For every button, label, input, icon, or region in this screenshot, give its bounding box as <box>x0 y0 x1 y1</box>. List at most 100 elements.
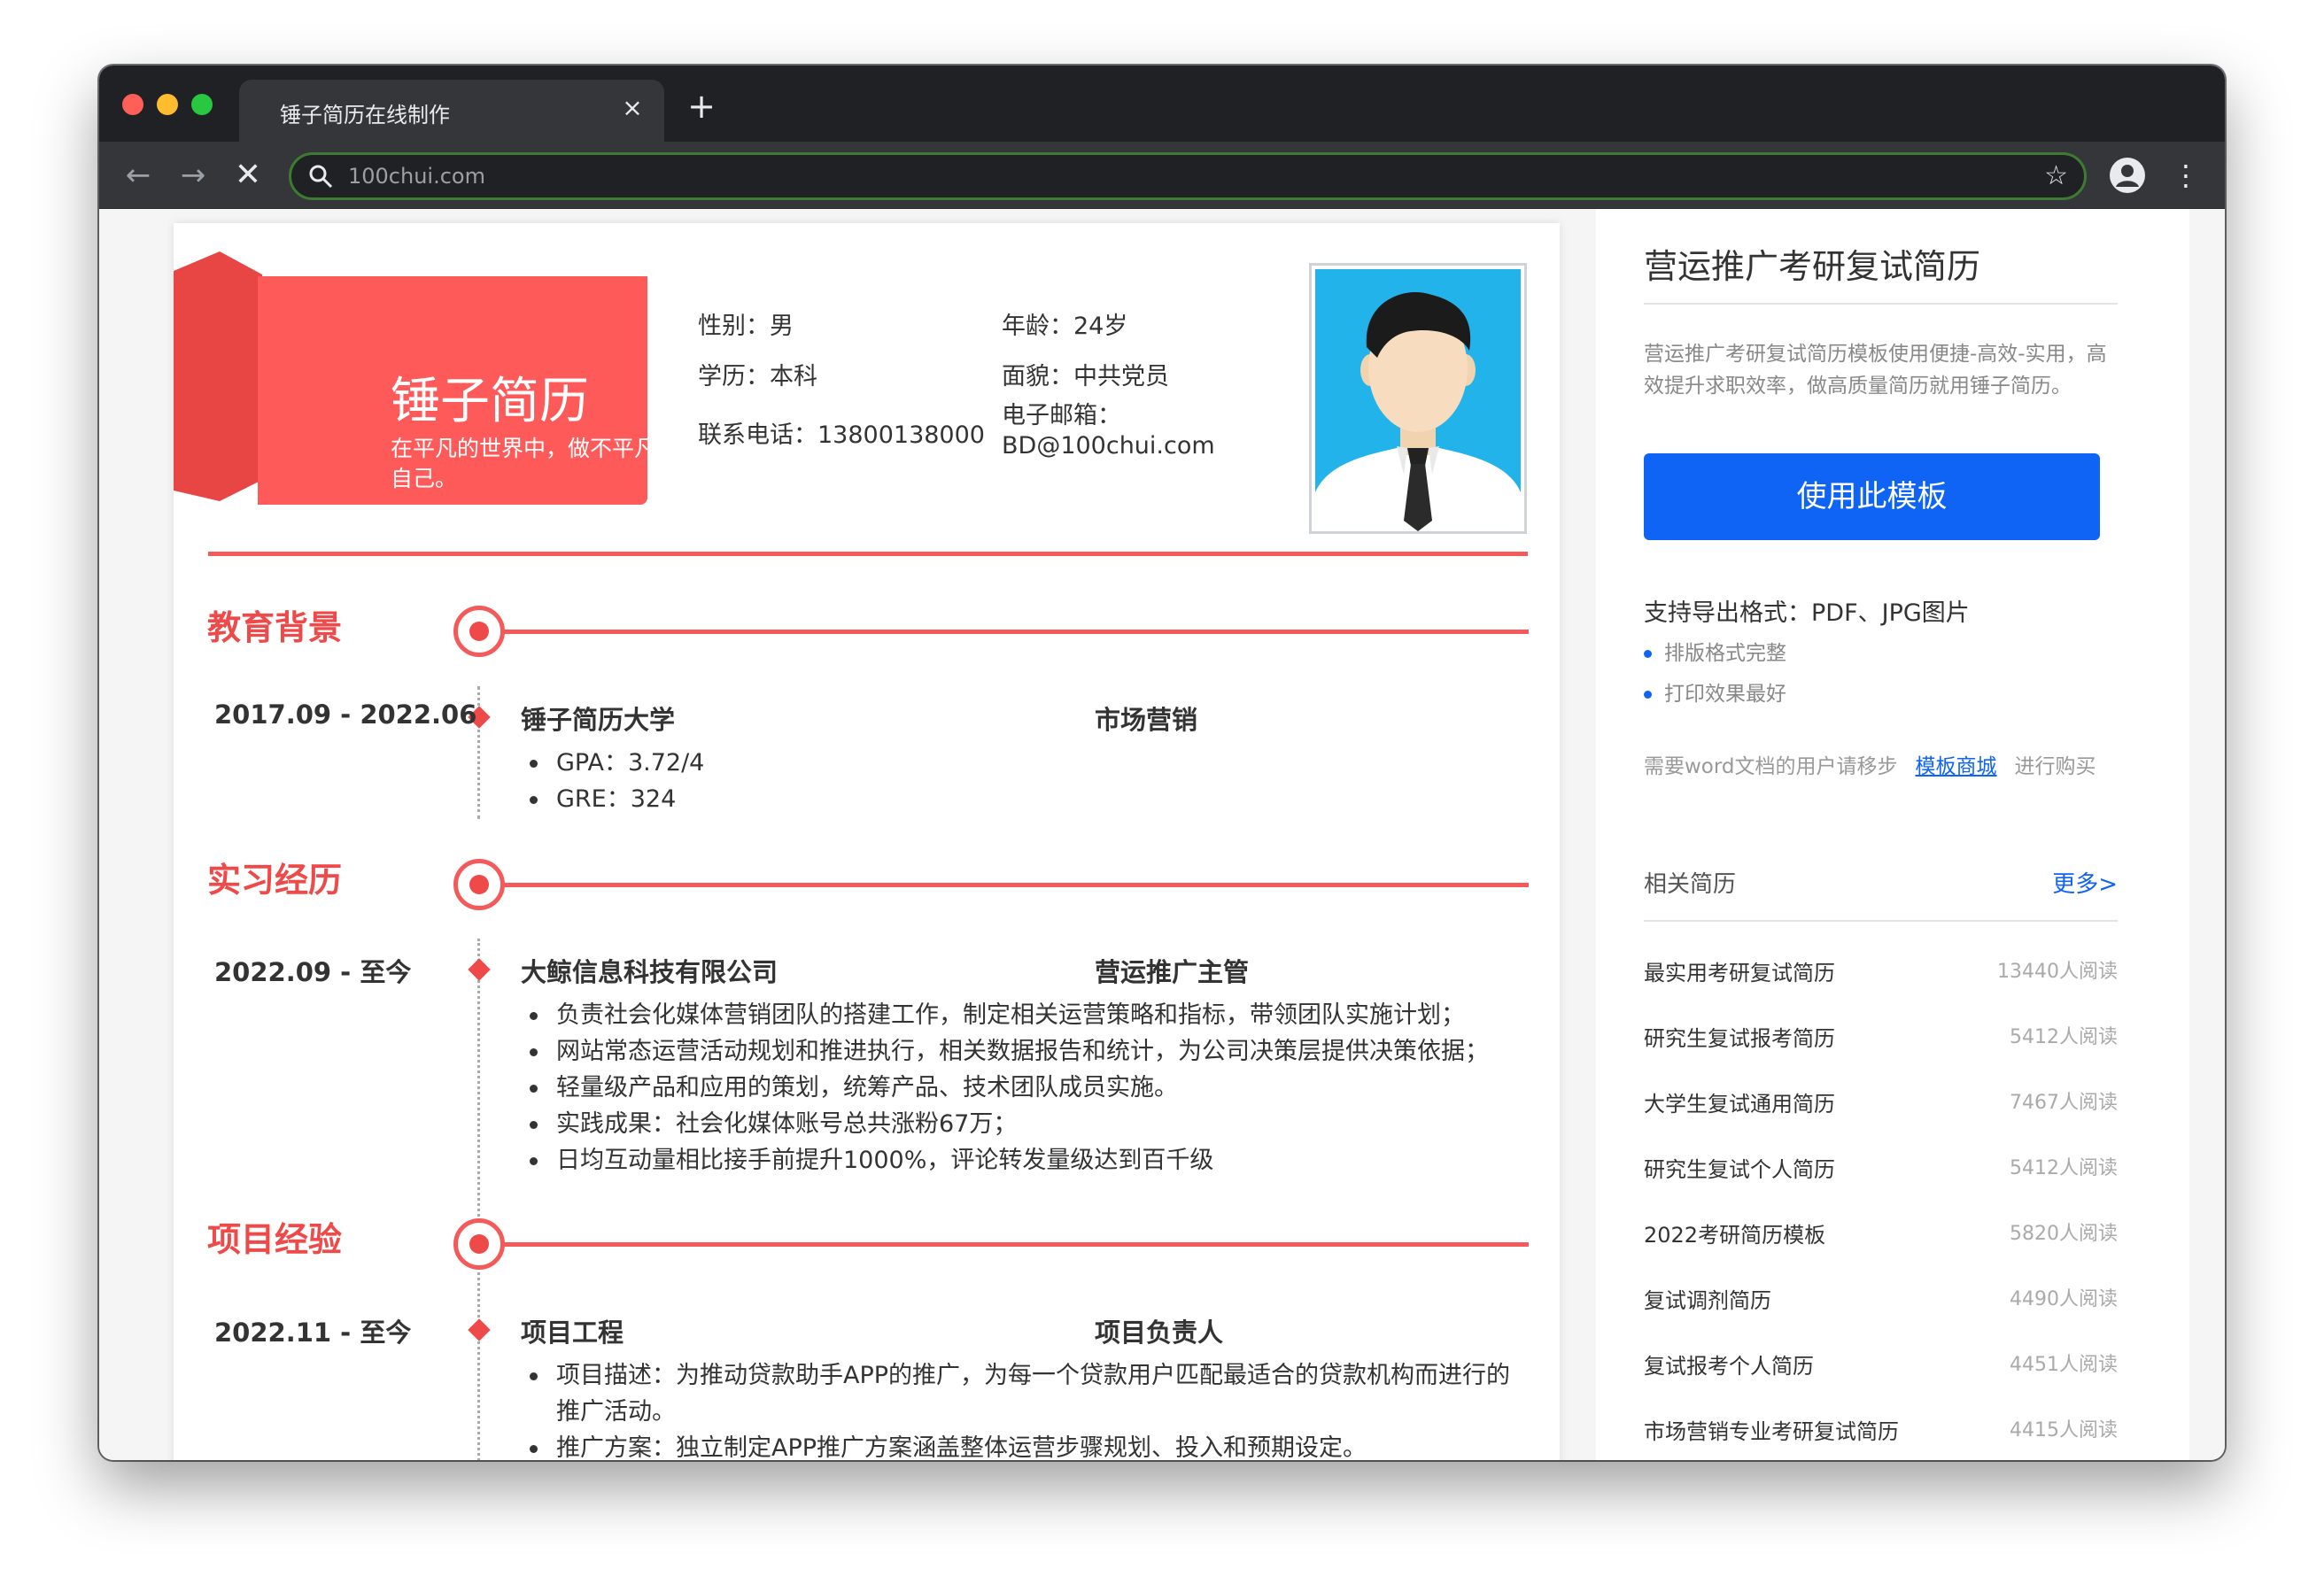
star-icon[interactable]: ☆ <box>2044 160 2068 192</box>
header-divider <box>208 552 1528 556</box>
list-item: GRE：324 <box>521 781 1522 817</box>
related-item[interactable]: 复试调剂简历 4490人阅读 <box>1644 1283 2118 1318</box>
related-item[interactable]: 研究生复试报考简历 5412人阅读 <box>1644 1021 2118 1056</box>
bullet-dot-icon <box>1644 691 1652 699</box>
feature-label: 打印效果最好 <box>1664 683 1786 706</box>
word-note: 需要word文档的用户请移步 模板商城 进行购买 <box>1644 749 2096 779</box>
entry-role: 市场营销 <box>1095 705 1198 735</box>
entry-bullets: 项目描述：为推动贷款助手APP的推广，为每一个贷款用户匹配最适合的贷款机构而进行… <box>521 1357 1522 1460</box>
feature-label: 排版格式完整 <box>1664 642 1786 665</box>
address-bar[interactable]: 100chui.com ☆ <box>289 152 2087 200</box>
gender: 性别：男 <box>698 313 794 340</box>
tab-title: 锤子简历在线制作 <box>280 103 450 128</box>
related-item[interactable]: 大学生复试通用简历 7467人阅读 <box>1644 1086 2118 1122</box>
related-views: 4451人阅读 <box>2010 1354 2118 1376</box>
email-value: BD@100chui.com <box>1002 432 1215 460</box>
stop-icon[interactable]: ✕ <box>230 158 266 193</box>
tab-strip: 锤子简历在线制作 × + <box>99 66 2225 142</box>
section-divider <box>501 883 1529 887</box>
list-item: 项目描述：为推动贷款助手APP的推广，为每一个贷款用户匹配最适合的贷款机构而进行… <box>521 1357 1522 1430</box>
phone: 联系电话：13800138000 <box>698 421 985 449</box>
browser-toolbar: ← → ✕ 100chui.com ☆ ⋮ <box>99 142 2225 209</box>
entry-role: 项目负责人 <box>1095 1318 1224 1348</box>
related-name[interactable]: 研究生复试个人简历 <box>1644 1152 1835 1183</box>
related-item[interactable]: 2022考研简历模板 5820人阅读 <box>1644 1217 2118 1253</box>
related-item[interactable]: 研究生复试个人简历 5412人阅读 <box>1644 1152 2118 1187</box>
related-name[interactable]: 复试调剂简历 <box>1644 1283 1771 1314</box>
entry-org: 大鲸信息科技有限公司 <box>521 957 779 987</box>
more-link[interactable]: 更多> <box>2052 866 2118 899</box>
brand-title: 锤子简历 <box>391 373 589 430</box>
template-store-link[interactable]: 模板商城 <box>1916 755 1997 778</box>
brand-ribbon: 锤子简历 在平凡的世界中，做不平凡的自己。 <box>258 276 678 505</box>
entry-date: 2022.11 - 至今 <box>214 1318 412 1348</box>
related-views: 5412人阅读 <box>2010 1157 2118 1179</box>
list-item: 日均互动量相比接手前提升1000%，评论转发量级达到百千级 <box>521 1142 1522 1179</box>
list-item: GPA：3.72/4 <box>521 745 1522 781</box>
word-note-suffix: 进行购买 <box>2014 755 2096 778</box>
entry-marker <box>468 1318 491 1341</box>
politics: 面貌：中共党员 <box>1002 363 1169 390</box>
email-label: 电子邮箱： <box>1002 402 1121 429</box>
section-divider <box>501 1242 1529 1247</box>
related-item[interactable]: 复试报考个人简历 4451人阅读 <box>1644 1349 2118 1384</box>
related-item[interactable]: 最实用考研复试简历 13440人阅读 <box>1644 955 2118 991</box>
section-divider <box>501 630 1529 634</box>
tab-active[interactable]: 锤子简历在线制作 × <box>239 80 664 142</box>
forward-arrow-icon[interactable]: → <box>175 158 211 193</box>
profile-icon[interactable] <box>2108 156 2147 195</box>
close-icon[interactable]: × <box>616 92 648 124</box>
entry-bullets: 负责社会化媒体营销团队的搭建工作，制定相关运营策略和指标，带领团队实施计划； 网… <box>521 997 1522 1179</box>
export-formats: 支持导出格式：PDF、JPG图片 <box>1644 599 1970 627</box>
section-node <box>453 859 505 910</box>
maximize-window-button[interactable] <box>191 94 213 115</box>
related-name[interactable]: 复试报考个人简历 <box>1644 1349 1814 1379</box>
resume-preview: 锤子简历 在平凡的世界中，做不平凡的自己。 性别：男 年龄：24岁 学历：本科 … <box>174 223 1560 1460</box>
word-note-prefix: 需要word文档的用户请移步 <box>1644 755 1898 778</box>
entry-marker <box>468 958 491 981</box>
minimize-window-button[interactable] <box>157 94 178 115</box>
avatar <box>1309 263 1527 534</box>
related-views: 4415人阅读 <box>2010 1419 2118 1441</box>
related-title: 相关简历 <box>1644 871 1737 898</box>
sidebar-divider <box>1644 303 2118 305</box>
section-node <box>453 606 505 657</box>
feature-item: 打印效果最好 <box>1644 676 1786 707</box>
related-item[interactable]: 市场营销专业考研复试简历 4415人阅读 <box>1644 1414 2118 1449</box>
brand-slogan: 在平凡的世界中，做不平凡的自己。 <box>391 436 679 491</box>
menu-icon[interactable]: ⋮ <box>2172 154 2200 197</box>
entry-date: 2022.09 - 至今 <box>214 957 412 987</box>
new-tab-button[interactable]: + <box>684 89 719 124</box>
related-name[interactable]: 2022考研简历模板 <box>1644 1217 1825 1248</box>
feature-item: 排版格式完整 <box>1644 636 1786 666</box>
section-title-internship: 实习经历 <box>207 861 343 900</box>
section-node <box>453 1218 505 1270</box>
bullet-dot-icon <box>1644 650 1652 658</box>
use-template-button[interactable]: 使用此模板 <box>1644 453 2100 540</box>
related-views: 5820人阅读 <box>2010 1223 2118 1245</box>
related-name[interactable]: 研究生复试报考简历 <box>1644 1021 1835 1052</box>
back-arrow-icon[interactable]: ← <box>120 158 156 193</box>
list-item: 实践成果：社会化媒体账号总共涨粉67万； <box>521 1106 1522 1142</box>
related-name[interactable]: 最实用考研复试简历 <box>1644 955 1835 986</box>
list-item: 推广方案：独立制定APP推广方案涵盖整体运营步骤规划、投入和预期设定。 <box>521 1430 1522 1460</box>
related-views: 7467人阅读 <box>2010 1092 2118 1114</box>
related-name[interactable]: 大学生复试通用简历 <box>1644 1086 1835 1117</box>
related-views: 13440人阅读 <box>1997 961 2118 983</box>
related-views: 5412人阅读 <box>2010 1026 2118 1048</box>
entry-date: 2017.09 - 2022.06 <box>214 699 477 730</box>
age: 年龄：24岁 <box>1002 313 1128 340</box>
email-block: 电子邮箱： BD@100chui.com <box>1002 401 1232 461</box>
related-name[interactable]: 市场营销专业考研复试简历 <box>1644 1414 1899 1445</box>
related-views: 4490人阅读 <box>2010 1288 2118 1310</box>
browser-window: 锤子简历在线制作 × + ← → ✕ 100chui.com ☆ ⋮ 锤子简历 … <box>99 66 2225 1460</box>
search-icon <box>309 165 333 189</box>
avatar-illustration <box>1315 269 1521 531</box>
url-text[interactable]: 100chui.com <box>348 164 485 189</box>
ribbon-fold <box>174 251 262 501</box>
list-item: 轻量级产品和应用的策划，统筹产品、技术团队成员实施。 <box>521 1070 1522 1106</box>
template-description: 营运推广考研复试简历模板使用便捷-高效-实用，高效提升求职效率，做高质量简历就用… <box>1644 343 2107 398</box>
close-window-button[interactable] <box>122 94 143 115</box>
entry-org: 项目工程 <box>521 1318 624 1348</box>
section-title-education: 教育背景 <box>207 608 343 647</box>
